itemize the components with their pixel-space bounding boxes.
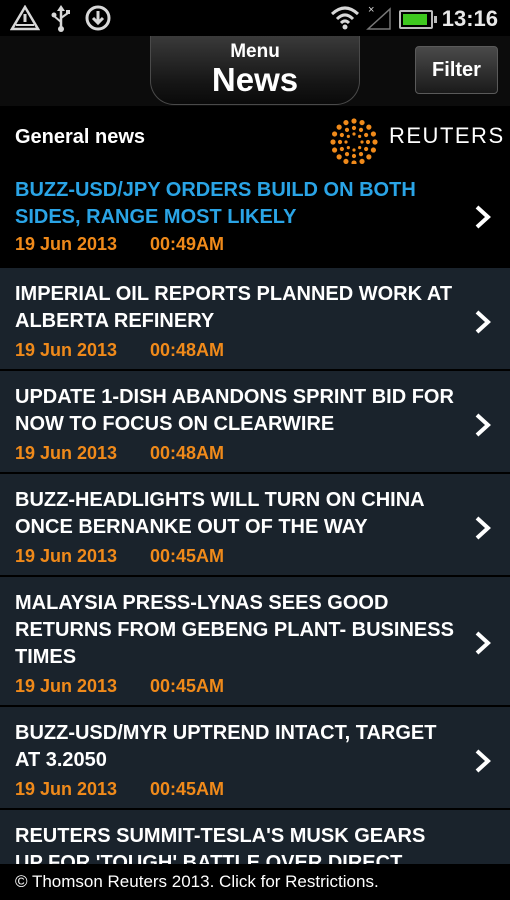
logo-dot xyxy=(339,146,344,152)
logo-dot xyxy=(372,139,378,145)
logo-dot xyxy=(351,153,357,159)
battery-fill xyxy=(403,14,427,25)
logo-dot xyxy=(343,119,349,126)
logo-dot xyxy=(359,119,365,126)
article-date: 19 Jun 2013 xyxy=(15,443,118,463)
logo-dot xyxy=(344,140,348,144)
logo-dot xyxy=(331,131,338,137)
article-time: 00:48AM xyxy=(150,340,225,360)
battery-nub xyxy=(434,16,437,23)
list-item[interactable]: MALAYSIA PRESS-LYNAS SEES GOOD RETURNS F… xyxy=(0,577,510,707)
article-date: 19 Jun 2013 xyxy=(15,779,118,799)
wifi-icon xyxy=(330,6,360,30)
article-headline: BUZZ-USD/MYR UPTREND INTACT, TARGET AT 3… xyxy=(15,722,437,771)
page-title: News xyxy=(211,61,299,98)
logo-dot xyxy=(358,127,364,132)
battery-icon xyxy=(399,10,437,29)
logo-dot xyxy=(352,132,356,136)
status-bar: × 13:16 xyxy=(0,0,510,36)
article-date: 19 Jun 2013 xyxy=(15,340,118,360)
article-time: 00:45AM xyxy=(150,546,225,566)
download-icon xyxy=(85,5,111,31)
logo-dot xyxy=(344,127,350,132)
list-item[interactable]: UPDATE 1-DISH ABANDONS SPRINT BID FOR NO… xyxy=(0,371,510,474)
article-headline: UPDATE 1-DISH ABANDONS SPRINT BID FOR NO… xyxy=(15,386,454,435)
logo-dot xyxy=(352,148,356,152)
list-item[interactable]: IMPERIAL OIL REPORTS PLANNED WORK AT ALB… xyxy=(0,268,510,371)
article-headline: BUZZ-HEADLIGHTS WILL TURN ON CHINA ONCE … xyxy=(15,489,424,538)
logo-dot xyxy=(360,140,364,144)
chevron-right-icon xyxy=(475,205,491,229)
article-headline: MALAYSIA PRESS-LYNAS SEES GOOD RETURNS F… xyxy=(15,592,454,668)
logo-dot xyxy=(364,132,369,138)
logo-dot xyxy=(358,146,362,150)
logo-dot xyxy=(336,124,342,130)
article-date: 19 Jun 2013 xyxy=(15,676,118,696)
reuters-logo-icon xyxy=(330,118,378,166)
logo-dot xyxy=(330,139,336,145)
logo-dot xyxy=(366,154,372,160)
logo-dot xyxy=(346,134,350,138)
logo-dot xyxy=(364,146,369,152)
chevron-right-icon xyxy=(475,413,491,437)
chevron-right-icon xyxy=(475,749,491,773)
logo-dot xyxy=(337,139,343,145)
article-time: 00:45AM xyxy=(150,779,225,799)
filter-button[interactable]: Filter xyxy=(415,46,498,94)
article-date: 19 Jun 2013 xyxy=(15,234,118,254)
header-bar: Menu News Filter xyxy=(0,36,510,106)
usb-icon xyxy=(51,5,70,32)
signal-icon: × xyxy=(366,4,391,30)
logo-dot xyxy=(365,139,371,145)
article-time: 00:49AM xyxy=(150,234,225,254)
logo-dot xyxy=(370,147,377,153)
logo-dot xyxy=(351,125,357,131)
logo-dot xyxy=(358,134,362,138)
article-headline: BUZZ-USD/JPY ORDERS BUILD ON BOTH SIDES,… xyxy=(15,179,416,228)
menu-label: Menu xyxy=(230,41,280,62)
article-time: 00:45AM xyxy=(150,676,225,696)
logo-dot xyxy=(339,132,344,138)
reuters-brand: REUTERS xyxy=(389,123,505,148)
logo-dot xyxy=(358,152,364,157)
restrictions-link[interactable]: © Thomson Reuters 2013. Click for Restri… xyxy=(15,872,379,892)
article-time: 00:48AM xyxy=(150,443,225,463)
article-date: 19 Jun 2013 xyxy=(15,546,118,566)
logo-dot xyxy=(366,124,372,130)
logo-dot xyxy=(336,154,342,160)
logo-dot xyxy=(351,118,357,124)
article-headline: IMPERIAL OIL REPORTS PLANNED WORK AT ALB… xyxy=(15,283,453,332)
list-item[interactable]: REUTERS SUMMIT-TESLA'S MUSK GEARS UP FOR… xyxy=(0,810,510,864)
status-time: 13:16 xyxy=(441,6,498,31)
menu-tab[interactable]: Menu News xyxy=(150,36,360,105)
chevron-right-icon xyxy=(475,516,491,540)
list-item[interactable]: BUZZ-USD/MYR UPTREND INTACT, TARGET AT 3… xyxy=(0,707,510,810)
logo-dot xyxy=(344,152,350,157)
logo-dot xyxy=(331,147,338,153)
section-header: General news REUTERS xyxy=(0,106,510,166)
list-item[interactable]: BUZZ-USD/JPY ORDERS BUILD ON BOTH SIDES,… xyxy=(0,164,510,268)
warning-triangle-icon xyxy=(10,5,40,31)
logo-dot xyxy=(346,146,350,150)
chevron-right-icon xyxy=(475,310,491,334)
svg-text:×: × xyxy=(368,4,374,16)
list-item[interactable]: BUZZ-HEADLIGHTS WILL TURN ON CHINA ONCE … xyxy=(0,474,510,577)
footer-bar[interactable]: © Thomson Reuters 2013. Click for Restri… xyxy=(0,864,510,900)
logo-dot xyxy=(370,131,377,137)
section-title: General news xyxy=(15,126,146,148)
news-list[interactable]: BUZZ-USD/JPY ORDERS BUILD ON BOTH SIDES,… xyxy=(0,164,510,864)
article-headline: REUTERS SUMMIT-TESLA'S MUSK GEARS UP FOR… xyxy=(15,825,426,864)
chevron-right-icon xyxy=(475,631,491,655)
